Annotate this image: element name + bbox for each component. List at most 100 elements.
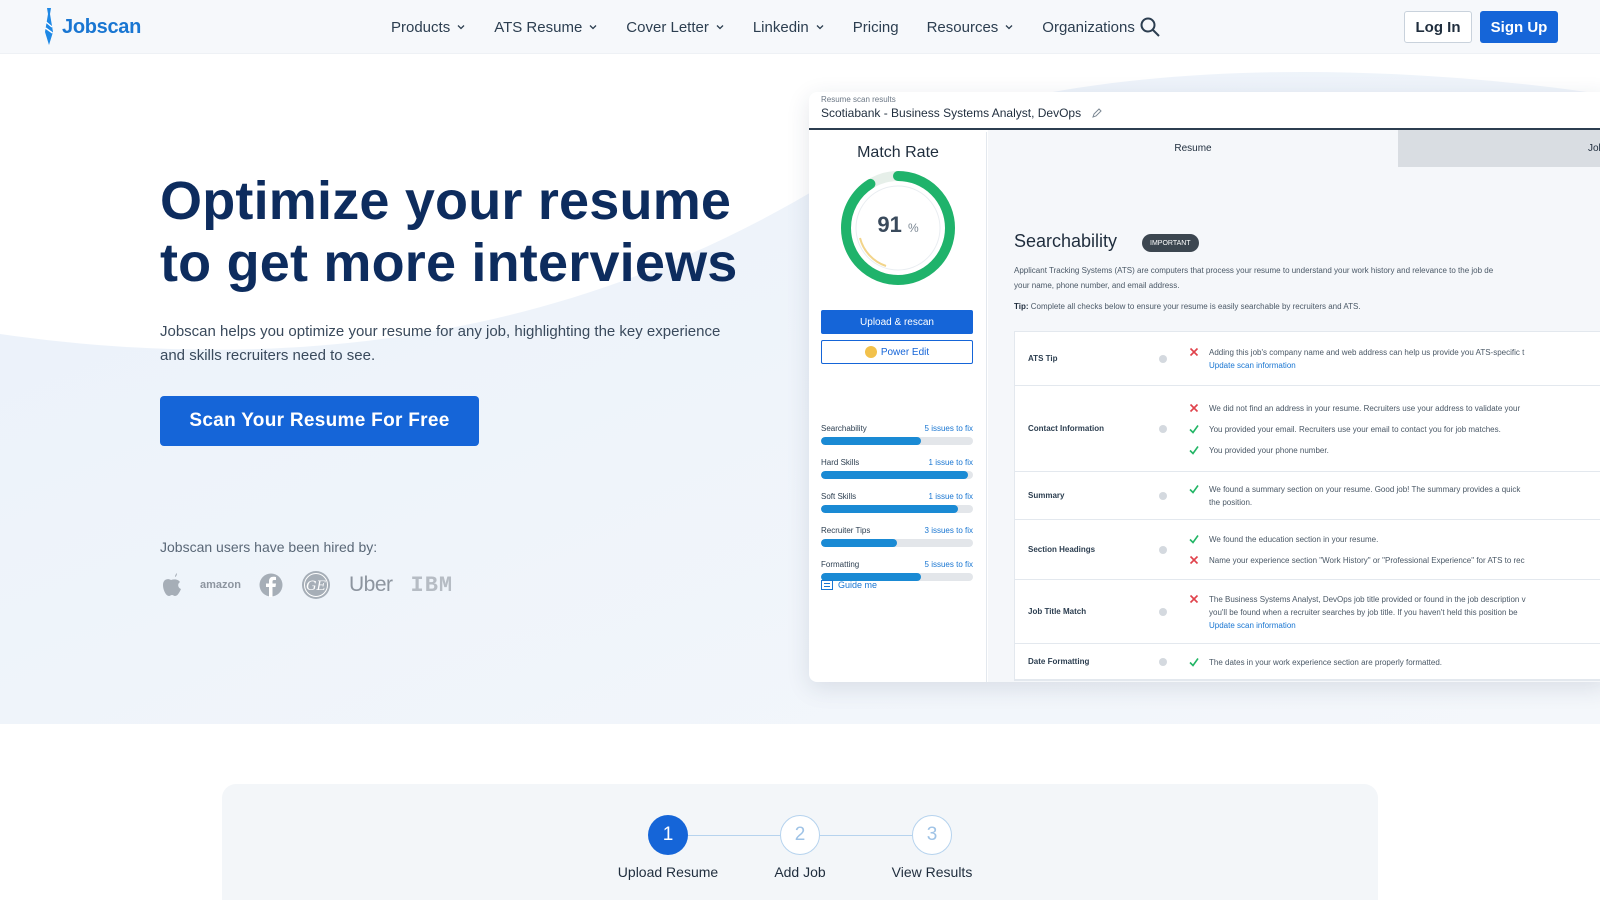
nav-link-ats-resume[interactable]: ATS Resume xyxy=(494,19,598,36)
cross-icon xyxy=(1189,555,1199,565)
cross-icon xyxy=(1189,347,1199,357)
check-item-fail: We did not find an address in your resum… xyxy=(1189,402,1520,415)
amazon-logo: amazon xyxy=(200,579,241,591)
brand-logo[interactable]: Jobscan xyxy=(42,8,141,46)
tab-resume[interactable]: Resume xyxy=(988,130,1398,167)
info-icon[interactable] xyxy=(1159,492,1167,500)
check-item-text: Name your experience section "Work Histo… xyxy=(1209,554,1525,567)
tab-job[interactable]: Job xyxy=(1398,130,1600,167)
check-item-pass: We found a summary section on your resum… xyxy=(1189,483,1520,509)
metric-recruiter-tips[interactable]: Recruiter Tips 3 issues to fix xyxy=(821,526,973,547)
step-1-label: Upload Resume xyxy=(617,864,719,880)
metric-name: Hard Skills xyxy=(821,458,860,467)
check-label: Job Title Match xyxy=(1028,607,1087,616)
nav-link-resources[interactable]: Resources xyxy=(927,19,1015,36)
check-row-date-formatting: Date Formatting The dates in your work ex… xyxy=(1015,644,1600,680)
coin-icon xyxy=(864,346,877,358)
tie-icon xyxy=(45,8,53,45)
step-3-label: View Results xyxy=(891,864,973,880)
match-rate-unit: % xyxy=(907,221,919,235)
login-button[interactable]: Log In xyxy=(1404,11,1472,43)
step-3-circle[interactable]: 3 xyxy=(912,815,952,855)
chevron-down-icon xyxy=(589,25,597,30)
info-icon[interactable] xyxy=(1159,658,1167,666)
nav-link-organizations[interactable]: Organizations xyxy=(1042,19,1135,36)
metric-progress-bar xyxy=(821,437,973,445)
info-icon[interactable] xyxy=(1159,355,1167,363)
check-text-line: The Business Systems Analyst, DevOps job… xyxy=(1209,594,1526,604)
preview-header-caption: Resume scan results xyxy=(821,95,896,104)
facebook-logo-icon xyxy=(259,573,283,597)
hired-by-label: Jobscan users have been hired by: xyxy=(160,539,378,555)
metric-issues-link[interactable]: 3 issues to fix xyxy=(925,526,973,535)
preview-header-title: Scotiabank - Business Systems Analyst, D… xyxy=(821,106,1082,120)
nav-link-pricing[interactable]: Pricing xyxy=(853,19,899,36)
step-2-circle[interactable]: 2 xyxy=(780,815,820,855)
check-row-summary: Summary We found a summary section on you… xyxy=(1015,472,1600,520)
section-description-line-1: Applicant Tracking Systems (ATS) are com… xyxy=(1014,266,1494,275)
uber-logo: Uber xyxy=(348,573,393,596)
metric-progress-bar xyxy=(821,539,973,547)
update-scan-link[interactable]: Update scan information xyxy=(1209,619,1526,632)
metric-formatting[interactable]: Formatting 5 issues to fix xyxy=(821,560,973,581)
metric-hard-skills[interactable]: Hard Skills 1 issue to fix xyxy=(821,458,973,479)
pencil-icon[interactable] xyxy=(1092,108,1102,118)
section-description-line-2: your name, phone number, and email addre… xyxy=(1014,281,1180,290)
match-rate-number: 91 xyxy=(877,212,902,237)
check-row-ats-tip: ATS Tip Adding this job's company name an… xyxy=(1015,332,1600,386)
nav-link-label: Cover Letter xyxy=(626,18,709,36)
metric-issues-link[interactable]: 1 issue to fix xyxy=(929,492,973,501)
nav-link-label: Linkedin xyxy=(752,18,809,36)
top-nav: Jobscan Products ATS Resume Cover Letter Li… xyxy=(0,0,1600,54)
check-text-line: We found the education section in your r… xyxy=(1209,535,1379,544)
step-1-circle[interactable]: 1 xyxy=(648,815,688,855)
step-connector xyxy=(688,835,780,836)
check-label: ATS Tip xyxy=(1028,354,1058,363)
check-item-fail: Adding this job's company name and web a… xyxy=(1189,346,1524,372)
nav-link-cover-letter[interactable]: Cover Letter xyxy=(626,19,725,36)
check-item-pass: The dates in your work experience sectio… xyxy=(1189,656,1442,669)
check-text-line: We found a summary section on your resum… xyxy=(1209,485,1521,494)
metric-issues-link[interactable]: 1 issue to fix xyxy=(929,458,973,467)
hero-title-line-2: to get more interviews xyxy=(160,233,738,293)
metric-progress-fill xyxy=(821,505,958,513)
company-logos: amazon GE Uber IBM xyxy=(160,570,453,600)
nav-links: Products ATS Resume Cover Letter Linkedin Pr… xyxy=(391,0,1163,54)
guide-me-link[interactable]: Guide me xyxy=(821,580,877,590)
check-item-text: Adding this job's company name and web a… xyxy=(1209,346,1524,372)
upload-rescan-button[interactable]: Upload & rescan xyxy=(821,310,973,334)
check-item-text: We found the education section in your r… xyxy=(1209,533,1378,546)
metric-issues-link[interactable]: 5 issues to fix xyxy=(925,424,973,433)
check-text-line: We did not find an address in your resum… xyxy=(1209,403,1521,413)
nav-link-products[interactable]: Products xyxy=(391,19,466,36)
checks-table: ATS Tip Adding this job's company name an… xyxy=(1014,331,1600,681)
check-item-text: You provided your email. Recruiters use … xyxy=(1209,423,1501,436)
info-icon[interactable] xyxy=(1159,608,1167,616)
chevron-down-icon xyxy=(716,25,724,30)
hero-subtitle-line-2: and skills recruiters need to see. xyxy=(160,347,376,364)
info-icon[interactable] xyxy=(1159,546,1167,554)
scan-resume-button[interactable]: Scan Your Resume For Free xyxy=(160,396,479,446)
tip-label: Tip: xyxy=(1014,302,1029,311)
check-item-text: You provided your phone number. xyxy=(1209,444,1329,457)
check-item-text: We found a summary section on your resum… xyxy=(1209,483,1520,509)
cross-icon xyxy=(1189,403,1199,412)
nav-link-label: Organizations xyxy=(1042,18,1135,36)
check-text-line: Adding this job's company name and web a… xyxy=(1209,348,1525,357)
brand-name: Jobscan xyxy=(62,15,142,38)
update-scan-link[interactable]: Update scan information xyxy=(1209,359,1524,372)
nav-link-linkedin[interactable]: Linkedin xyxy=(753,19,825,36)
metric-issues-link[interactable]: 5 issues to fix xyxy=(925,560,973,569)
section-tip: Tip: Complete all checks below to ensure… xyxy=(1014,302,1361,311)
metric-soft-skills[interactable]: Soft Skills 1 issue to fix xyxy=(821,492,973,513)
power-edit-button[interactable]: Power Edit xyxy=(821,340,973,364)
chevron-down-icon xyxy=(457,25,465,30)
metric-searchability[interactable]: Searchability 5 issues to fix xyxy=(821,424,973,445)
metric-progress-fill xyxy=(821,437,922,445)
check-item-pass: You provided your phone number. xyxy=(1189,444,1329,457)
check-row-job-title-match: Job Title Match The Business Systems Anal… xyxy=(1015,580,1600,644)
preview-header: Resume scan results Scotiabank - Busines… xyxy=(809,92,1600,130)
signup-button[interactable]: Sign Up xyxy=(1480,11,1558,43)
info-icon[interactable] xyxy=(1159,425,1167,433)
search-icon[interactable] xyxy=(1140,17,1160,37)
